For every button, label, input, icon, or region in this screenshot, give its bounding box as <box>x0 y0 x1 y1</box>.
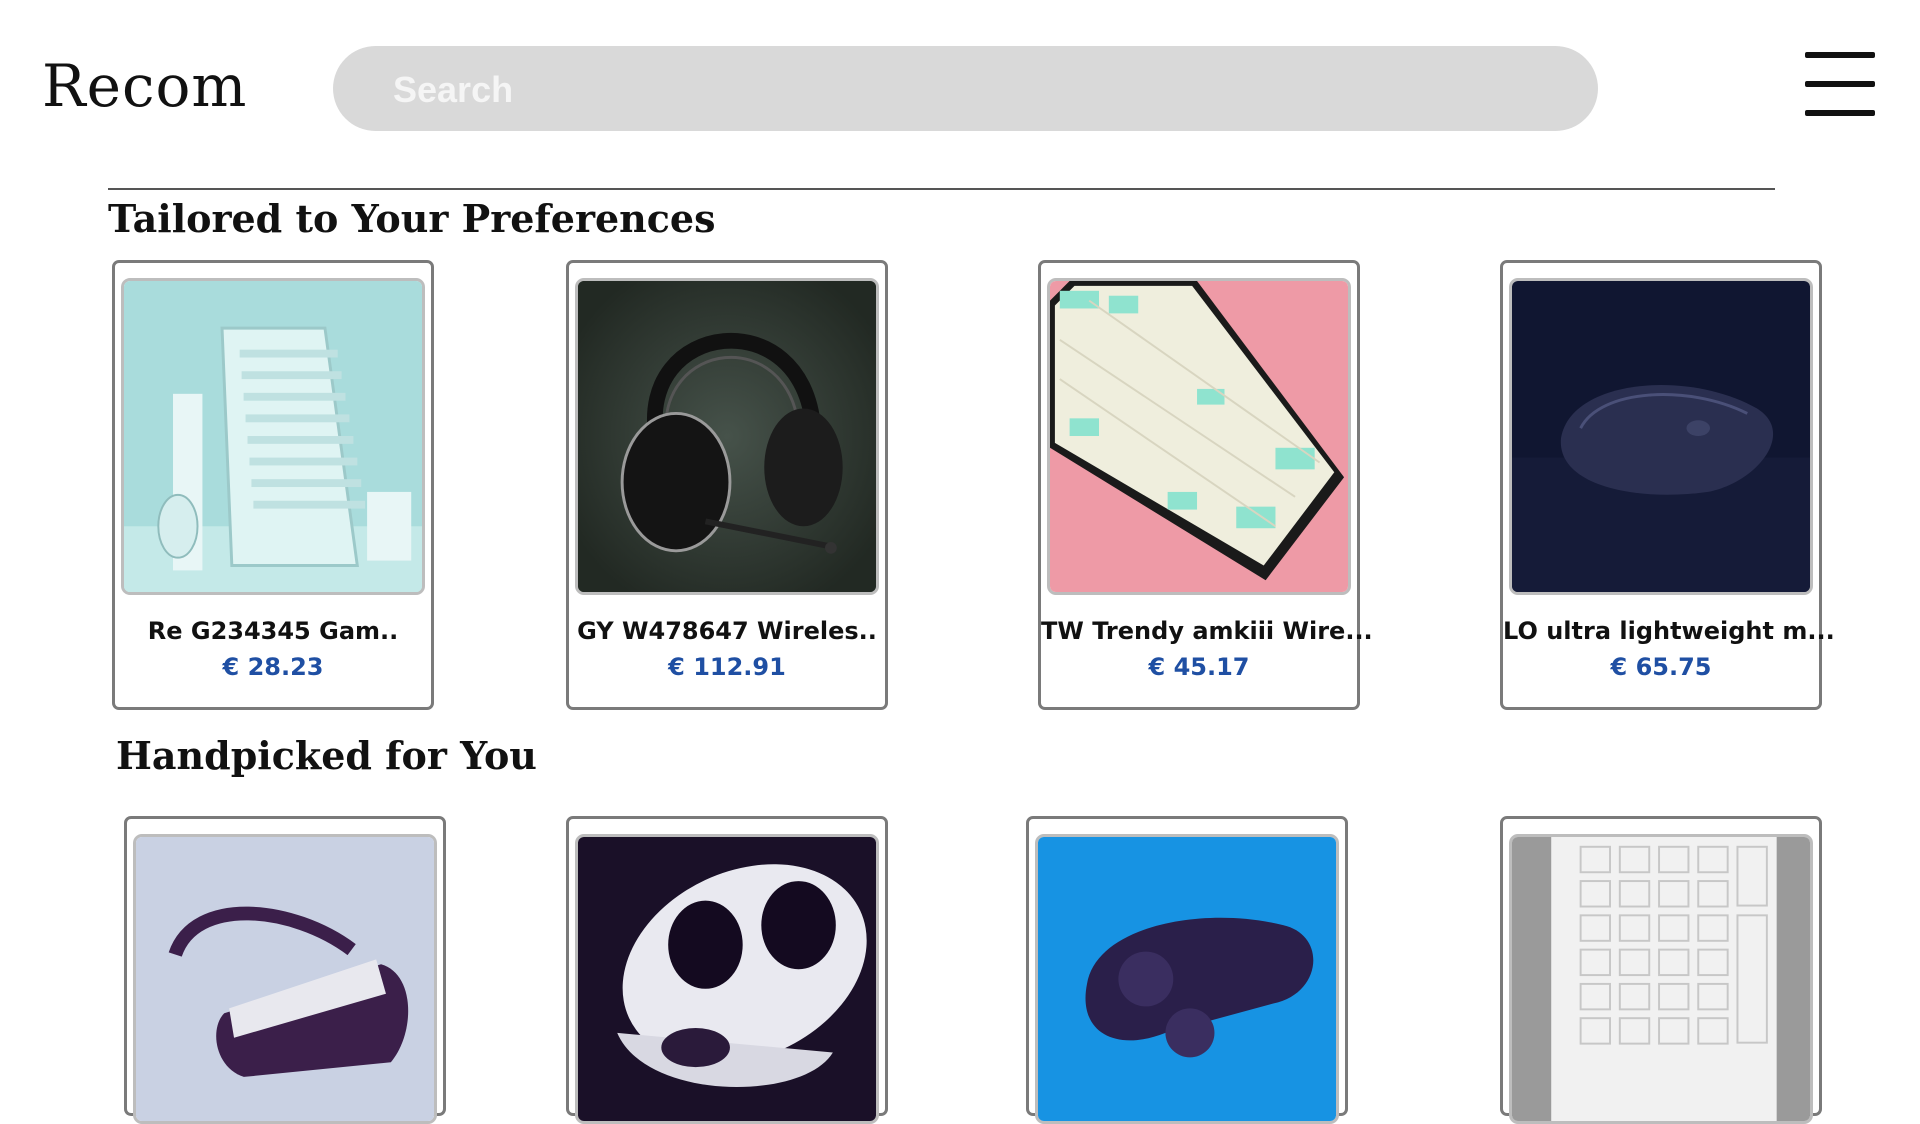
logo[interactable]: Recom <box>42 52 247 120</box>
search-bar[interactable] <box>333 46 1598 133</box>
product-card[interactable]: Re G234345 Gam.. € 28.23 <box>112 260 434 710</box>
section-title-tailored: Tailored to Your Preferences <box>108 196 716 241</box>
product-image[interactable] <box>133 834 437 1124</box>
product-price: € 28.23 <box>222 653 324 681</box>
product-image[interactable] <box>575 278 879 595</box>
product-image[interactable] <box>1509 278 1813 595</box>
product-card[interactable] <box>124 816 446 1124</box>
divider <box>108 188 1775 190</box>
product-card[interactable] <box>566 816 888 1124</box>
product-price: € 65.75 <box>1610 653 1712 681</box>
hamburger-menu-icon[interactable] <box>1805 52 1875 116</box>
product-card[interactable]: LO ultra lightweight m... € 65.75 <box>1500 260 1835 710</box>
product-price: € 112.91 <box>668 653 786 681</box>
product-card[interactable]: GY W478647 Wireles.. € 112.91 <box>566 260 888 710</box>
section-title-handpicked: Handpicked for You <box>116 733 537 778</box>
product-card[interactable]: TW Trendy amkiii Wire... € 45.17 <box>1038 260 1373 710</box>
product-name: LO ultra lightweight m... <box>1503 617 1835 645</box>
product-name: TW Trendy amkiii Wire... <box>1041 617 1373 645</box>
product-image[interactable] <box>1509 834 1813 1124</box>
product-price: € 45.17 <box>1148 653 1250 681</box>
product-image[interactable] <box>1047 278 1351 595</box>
product-card[interactable] <box>1026 816 1348 1124</box>
product-name: Re G234345 Gam.. <box>147 617 399 645</box>
product-name: GY W478647 Wireles.. <box>577 617 877 645</box>
product-image[interactable] <box>121 278 425 595</box>
search-input[interactable] <box>391 46 1545 133</box>
product-card[interactable] <box>1500 816 1822 1124</box>
product-image[interactable] <box>1035 834 1339 1124</box>
product-image[interactable] <box>575 834 879 1124</box>
